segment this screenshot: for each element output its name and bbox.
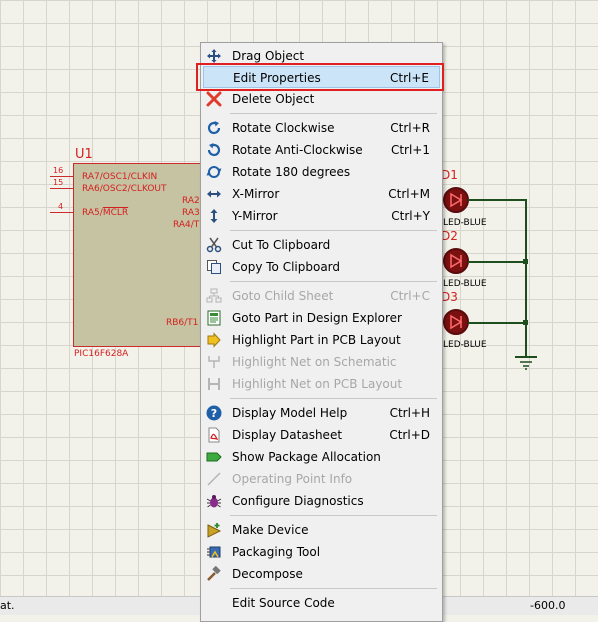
diode-icon <box>450 253 463 269</box>
rotate-ccw-icon <box>207 143 221 157</box>
led-d2-symbol[interactable] <box>443 248 469 274</box>
menu-item-configure-diagnostics[interactable]: Configure Diagnostics <box>203 490 440 512</box>
led-value: LED-BLUE <box>443 218 487 228</box>
pin-label: RA4/T <box>173 220 200 230</box>
menu-item-display-datasheet[interactable]: Display Datasheet Ctrl+D <box>203 424 440 446</box>
menu-separator <box>230 515 437 516</box>
child-sheet-icon <box>206 288 222 303</box>
menu-item-packaging-tool[interactable]: Packaging Tool <box>203 541 440 563</box>
ground-icon <box>515 356 537 370</box>
pin-line <box>50 176 73 177</box>
move-icon <box>207 49 221 63</box>
chip-refdes: U1 <box>75 147 93 162</box>
rotate-180-icon <box>206 166 222 178</box>
svg-text:?: ? <box>211 407 217 420</box>
menu-item-delete-object[interactable]: Delete Object <box>203 88 440 110</box>
led-refdes: D3 <box>441 290 458 304</box>
pin-label: RB6/T1 <box>166 318 199 328</box>
pin-number: 16 <box>53 166 64 175</box>
wire <box>468 261 526 263</box>
pin-number: 15 <box>53 178 64 187</box>
menu-item-y-mirror[interactable]: Y-Mirror Ctrl+Y <box>203 205 440 227</box>
menu-item-rotate-anti-clockwise[interactable]: Rotate Anti-Clockwise Ctrl+1 <box>203 139 440 161</box>
probe-icon <box>207 472 221 486</box>
pin-number: 4 <box>58 202 64 211</box>
menu-item-display-model-help[interactable]: ? Display Model Help Ctrl+H <box>203 402 440 424</box>
chip-part-name: PIC16F628A <box>74 349 129 359</box>
design-explorer-icon <box>207 310 221 326</box>
bug-icon <box>206 495 222 508</box>
menu-item-make-device[interactable]: Make Device <box>203 519 440 541</box>
packaging-tool-icon <box>207 546 221 558</box>
net-schematic-icon <box>208 356 220 368</box>
pin-label: RA7/OSC1/CLKIN <box>82 172 158 182</box>
menu-item-highlight-part-pcb[interactable]: Highlight Part in PCB Layout <box>203 329 440 351</box>
pin-line <box>50 212 73 213</box>
make-device-icon <box>207 523 222 538</box>
junction-dot <box>523 259 528 264</box>
led-d1-symbol[interactable] <box>443 187 469 213</box>
menu-item-goto-child-sheet[interactable]: Goto Child Sheet Ctrl+C <box>203 285 440 307</box>
menu-item-rotate-180[interactable]: Rotate 180 degrees <box>203 161 440 183</box>
copy-icon <box>207 260 221 274</box>
menu-separator <box>230 398 437 399</box>
menu-separator <box>230 230 437 231</box>
menu-item-goto-part-design-explorer[interactable]: Goto Part in Design Explorer <box>203 307 440 329</box>
menu-item-x-mirror[interactable]: X-Mirror Ctrl+M <box>203 183 440 205</box>
junction-dot <box>523 320 528 325</box>
wire <box>525 199 527 357</box>
pdf-icon <box>208 427 220 443</box>
pin-label: RA6/OSC2/CLKOUT <box>82 184 167 194</box>
menu-item-copy-to-clipboard[interactable]: Copy To Clipboard <box>203 256 440 278</box>
led-refdes: D1 <box>441 168 458 182</box>
menu-item-operating-point-info[interactable]: Operating Point Info <box>203 468 440 490</box>
pic-chip[interactable]: RA7/OSC1/CLKIN RA6/OSC2/CLKOUT RA5/MCLR … <box>73 163 201 347</box>
led-refdes: D2 <box>441 229 458 243</box>
menu-separator <box>230 588 437 589</box>
highlight-annotation-box <box>196 63 444 91</box>
menu-separator <box>230 113 437 114</box>
menu-item-edit-source-code[interactable]: Edit Source Code <box>203 592 440 614</box>
menu-item-highlight-net-schematic[interactable]: Highlight Net on Schematic <box>203 351 440 373</box>
status-message: at. <box>0 599 15 612</box>
led-value: LED-BLUE <box>443 340 487 350</box>
wire <box>468 199 526 201</box>
wire <box>468 322 526 324</box>
menu-item-decompose[interactable]: Decompose <box>203 563 440 585</box>
net-pcb-icon <box>208 378 220 390</box>
x-mirror-icon <box>207 190 221 198</box>
pin-label: RA2 <box>182 196 200 206</box>
pin-label: RA5/MCLR <box>82 208 129 218</box>
diode-icon <box>450 192 463 208</box>
menu-item-highlight-net-pcb[interactable]: Highlight Net on PCB Layout <box>203 373 440 395</box>
pin-label: RA3 <box>182 208 200 218</box>
pin-line <box>50 188 73 189</box>
delete-x-icon <box>206 91 222 107</box>
led-d3-symbol[interactable] <box>443 309 469 335</box>
y-mirror-icon <box>210 209 218 223</box>
pcb-arrow-icon <box>207 332 221 348</box>
scissors-icon <box>206 237 222 253</box>
led-value: LED-BLUE <box>443 279 487 289</box>
menu-item-rotate-clockwise[interactable]: Rotate Clockwise Ctrl+R <box>203 117 440 139</box>
menu-item-cut-to-clipboard[interactable]: Cut To Clipboard <box>203 234 440 256</box>
help-icon: ? <box>206 405 222 421</box>
package-icon <box>206 452 222 462</box>
hammer-icon <box>207 566 221 581</box>
diode-icon <box>450 314 463 330</box>
context-menu: Drag Object Edit Properties Ctrl+E Delet… <box>200 42 443 622</box>
rotate-cw-icon <box>207 121 221 135</box>
menu-item-show-package-allocation[interactable]: Show Package Allocation <box>203 446 440 468</box>
menu-separator <box>230 281 437 282</box>
coordinate-readout: -600.0 <box>530 599 566 612</box>
